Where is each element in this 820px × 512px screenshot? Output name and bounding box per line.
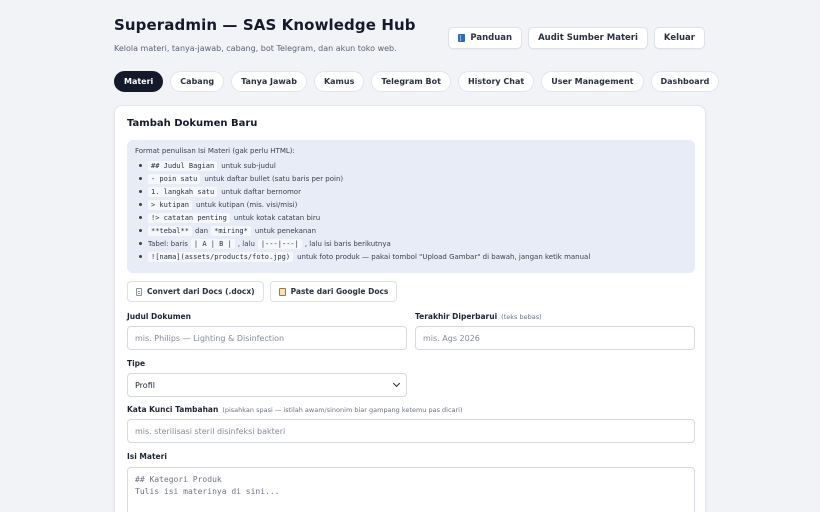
book-icon (458, 34, 466, 42)
audit-button[interactable]: Audit Sumber Materi (528, 27, 648, 49)
judul-input[interactable] (127, 326, 407, 350)
list-item: - poin satu untuk daftar bullet (satu bar… (135, 172, 687, 185)
terakhir-label: Terakhir Diperbarui (teks bebas) (415, 312, 542, 321)
terakhir-input[interactable] (415, 326, 695, 350)
tab-history-chat[interactable]: History Chat (457, 71, 535, 92)
panduan-label: Panduan (470, 33, 513, 43)
panduan-button[interactable]: Panduan (448, 27, 523, 49)
import-tools: Convert dari Docs (.docx) Paste dari Goo… (127, 281, 398, 302)
logout-button[interactable]: Keluar (653, 27, 705, 49)
tipe-selected-value: Profil (135, 380, 155, 390)
tab-user-management[interactable]: User Management (541, 71, 644, 92)
convert-docx-button[interactable]: Convert dari Docs (.docx) (127, 281, 264, 302)
document-icon (136, 287, 142, 296)
format-help-list: ## Judul Bagian untuk sub-judul - poin sa… (135, 159, 687, 263)
card-title: Tambah Dokumen Baru (127, 118, 258, 129)
page-title: Superadmin — SAS Knowledge Hub (114, 16, 416, 34)
judul-label: Judul Dokumen (127, 312, 191, 321)
list-item: > kutipan untuk kutipan (mis. visi/misi) (135, 198, 687, 211)
format-help-heading: Format penulisan Isi Materi (gak perlu H… (135, 147, 295, 155)
tab-kamus[interactable]: Kamus (313, 71, 365, 92)
kata-kunci-input[interactable] (127, 419, 695, 443)
list-item: 1. langkah satu untuk daftar bernomor (135, 185, 687, 198)
page-subtitle: Kelola materi, tanya-jawab, cabang, bot … (114, 44, 397, 53)
list-item: Tabel: baris | A | B |, lalu |---|---|, la… (135, 237, 687, 250)
chevron-down-icon (392, 379, 401, 388)
tab-telegram-bot[interactable]: Telegram Bot (371, 71, 451, 92)
main-tabs: Materi Cabang Tanya Jawab Kamus Telegram… (114, 71, 720, 92)
paste-gdocs-button[interactable]: Paste dari Google Docs (269, 281, 398, 302)
list-item: ## Judul Bagian untuk sub-judul (135, 159, 687, 172)
page-header: Superadmin — SAS Knowledge Hub Kelola ma… (114, 16, 416, 53)
format-help-box: Format penulisan Isi Materi (gak perlu H… (127, 140, 695, 273)
add-document-card: Tambah Dokumen Baru Format penulisan Isi… (114, 105, 706, 512)
tab-tanya-jawab[interactable]: Tanya Jawab (231, 71, 307, 92)
list-item: ![nama](assets/products/foto.jpg) untuk f… (135, 250, 687, 263)
list-item: **tebal** dan *miring* untuk penekanan (135, 224, 687, 237)
tipe-select[interactable]: Profil (127, 373, 407, 397)
kata-kunci-label: Kata Kunci Tambahan (pisahkan spasi — ist… (127, 405, 463, 414)
tab-dashboard[interactable]: Dashboard (650, 71, 720, 92)
tab-materi[interactable]: Materi (114, 71, 164, 92)
isi-textarea[interactable]: ## Kategori Produk Tulis isi materinya d… (127, 467, 695, 512)
clipboard-icon (278, 287, 286, 296)
list-item: !> catatan penting untuk kotak catatan bi… (135, 211, 687, 224)
tab-cabang[interactable]: Cabang (170, 71, 225, 92)
isi-label: Isi Materi (127, 452, 167, 461)
header-actions: Panduan Audit Sumber Materi Keluar (448, 27, 705, 49)
tipe-label: Tipe (127, 359, 146, 368)
